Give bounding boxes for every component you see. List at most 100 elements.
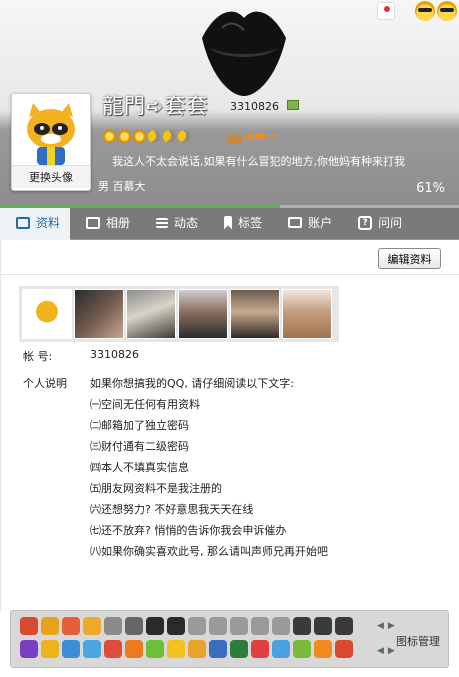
service-badge-icon[interactable] [293,617,311,635]
gender-location: 男 百慕大 [98,180,146,193]
next-arrow-icon[interactable]: ▶ [388,646,395,656]
icon-toolbar: ◀ ▶ ◀ ▶ 图标管理 [10,610,449,668]
tab-feed-label: 动态 [174,216,199,230]
service-badge-icon[interactable] [62,617,80,635]
service-badge-icon[interactable] [104,640,122,658]
service-badge-icon[interactable] [167,617,185,635]
account-label: 帐 号: [23,350,53,363]
top-right-icons [377,0,459,22]
service-badge-icon[interactable] [335,640,353,658]
service-badge-icon[interactable] [167,640,185,658]
icon-manage-link[interactable]: 图标管理 [396,633,440,649]
profile-completion: 61% [416,181,445,196]
sun-icon [133,130,146,143]
sun-icon [103,130,116,143]
change-avatar-button[interactable]: 更换头像 [12,165,90,188]
description-line: 如果你想搞我的QQ, 请仔细阅读以下文字: [90,377,295,390]
service-badge-icon[interactable] [314,640,332,658]
description-line: ㈧如果你确实喜欢此号, 那么请叫声师兄再开始吧 [90,545,328,558]
icon-grid [20,617,353,663]
service-badge-icon[interactable] [41,617,59,635]
vip-badge[interactable]: VIP8 ↑ [228,132,277,144]
row1-nav[interactable]: ◀ ▶ [377,621,395,631]
service-badge-icon[interactable] [314,617,332,635]
service-badge-icon[interactable] [335,617,353,635]
description-line: ㈤朋友网资料不是我注册的 [90,482,222,495]
photo-thumbnail[interactable] [230,289,280,339]
service-badge-icon[interactable] [188,617,206,635]
sunglasses-face-icon[interactable] [415,1,435,21]
icon-row [20,617,353,635]
wallet-icon [288,217,303,228]
tab-account[interactable]: 账户 [272,205,342,240]
profile-panel: 编辑资料 帐 号: 3310826 个人说明 如果你想搞我的QQ, 请仔细阅读以… [0,240,459,612]
service-badge-icon[interactable] [251,640,269,658]
tab-album[interactable]: 相册 [70,205,140,240]
tab-ask[interactable]: ? 问问 [342,205,412,240]
service-badge-icon[interactable] [209,617,227,635]
service-badge-icon[interactable] [230,617,248,635]
vip-up-arrow: ↑ [269,133,277,143]
tab-tags[interactable]: 标签 [208,205,272,240]
service-badge-icon[interactable] [230,640,248,658]
level-icons [103,130,191,143]
moon-icon [148,130,161,143]
service-badge-icon[interactable] [104,617,122,635]
prev-arrow-icon[interactable]: ◀ [377,646,384,656]
photo-strip [19,286,339,342]
service-badge-icon[interactable] [83,617,101,635]
qq-number: 3310826 [230,100,279,113]
service-badge-icon[interactable] [251,617,269,635]
album-icon [86,216,101,229]
photo-thumbnail[interactable] [126,289,176,339]
service-badge-icon[interactable] [20,640,38,658]
prev-arrow-icon[interactable]: ◀ [377,621,384,631]
icon-row [20,640,353,658]
description-line: ㈡邮箱加了独立密码 [90,419,189,432]
tab-ask-label: 问问 [378,216,403,230]
photo-thumbnail[interactable] [178,289,228,339]
profile-card-icon [16,216,30,229]
next-arrow-icon[interactable]: ▶ [388,621,395,631]
profile-cover: 更换头像 龍門➪套套 3310826 VIP8 ↑ 我这人不太会说话,如果有什么… [0,0,459,205]
service-badge-icon[interactable] [146,617,164,635]
sunglasses-face-icon-2[interactable] [437,1,457,21]
service-badge-icon[interactable] [125,617,143,635]
service-badge-icon[interactable] [83,640,101,658]
raccoon-avatar-image [27,103,75,165]
description-line: ㈦还不放弃? 悄悄的告诉你我会申诉催办 [90,524,287,537]
lips-cover-image [202,11,286,97]
service-badge-icon[interactable] [20,617,38,635]
pin-icon[interactable] [377,2,395,20]
tab-account-label: 账户 [308,216,333,230]
photo-thumbnail[interactable] [282,289,332,339]
tab-profile[interactable]: 资料 [0,205,71,240]
account-value: 3310826 [90,348,139,361]
moon-icon [178,130,191,143]
service-badge-icon[interactable] [125,640,143,658]
row2-nav[interactable]: ◀ ▶ [377,646,395,656]
description-line: ㈢财付通有二级密码 [90,440,189,453]
qq-number-badge-icon [287,100,299,110]
description-line: ㈣本人不填真实信息 [90,461,189,474]
crown-icon [228,132,242,144]
tab-feed[interactable]: 动态 [140,205,208,240]
photo-thumbnail[interactable] [74,289,124,339]
service-badge-icon[interactable] [272,617,290,635]
list-icon [156,217,169,228]
edit-profile-button[interactable]: 编辑资料 [378,248,441,269]
service-badge-icon[interactable] [188,640,206,658]
service-badge-icon[interactable] [146,640,164,658]
service-badge-icon[interactable] [62,640,80,658]
service-badge-icon[interactable] [272,640,290,658]
avatar[interactable]: 更换头像 [11,93,91,191]
service-badge-icon[interactable] [41,640,59,658]
description-line: ㈥还想努力? 不好意思我天天在线 [90,503,254,516]
question-icon: ? [358,215,373,230]
moon-icon [163,130,176,143]
service-badge-icon[interactable] [209,640,227,658]
service-badge-icon[interactable] [293,640,311,658]
divider [1,274,459,275]
profile-tabs: 资料 相册 动态 标签 账户 ? 问问 [0,205,459,240]
photo-thumbnail[interactable] [22,289,72,339]
